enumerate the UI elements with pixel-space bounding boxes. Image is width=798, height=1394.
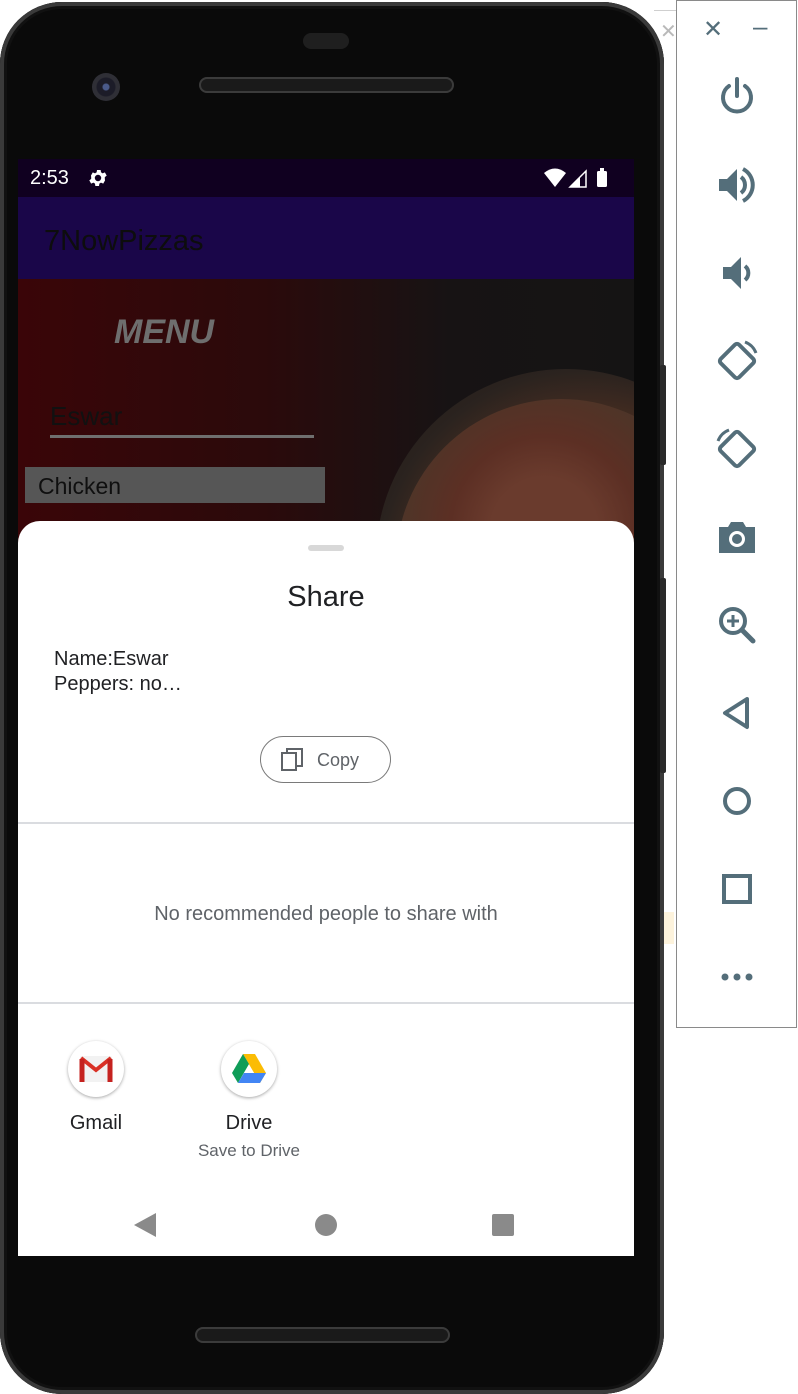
wifi-icon	[544, 168, 566, 187]
name-input[interactable]: Eswar	[50, 397, 314, 438]
navigation-bar	[18, 1201, 634, 1256]
volume-down-icon	[723, 257, 751, 289]
background-window-edge	[654, 10, 676, 11]
volume-rocker	[660, 365, 666, 465]
app-title: 7NowPizzas	[44, 225, 204, 257]
shared-text-preview: Name:Eswar Peppers: no…	[54, 647, 182, 697]
volume-up-icon	[719, 167, 755, 203]
screenshot-button[interactable]	[707, 507, 767, 567]
home-circle-icon	[723, 787, 751, 815]
power-button-hardware	[660, 578, 666, 773]
settings-gear-icon	[89, 169, 107, 187]
status-time: 2:53	[30, 167, 69, 189]
share-target-sublabel: Save to Drive	[197, 1141, 301, 1160]
background-close-icon: ✕	[660, 21, 677, 43]
more-dots-icon	[721, 973, 753, 981]
pizza-type-spinner[interactable]: Chicken	[25, 467, 325, 503]
rotate-left-icon	[717, 340, 758, 381]
overview-button[interactable]	[707, 859, 767, 919]
sheet-drag-handle[interactable]	[308, 545, 344, 551]
back-button[interactable]	[707, 683, 767, 743]
overview-square-icon	[722, 874, 752, 904]
more-button[interactable]	[707, 947, 767, 1007]
share-title: Share	[287, 581, 365, 613]
share-target-label: Gmail	[69, 1112, 123, 1134]
volume-down-button[interactable]	[707, 243, 767, 303]
device-screen: 2:53 7NowPizzas MENU Eswar Chicken Share…	[18, 159, 634, 1256]
zoom-in-icon	[719, 607, 756, 644]
share-target-gmail[interactable]: Gmail	[18, 1041, 174, 1135]
status-bar: 2:53	[18, 159, 634, 197]
bottom-speaker	[195, 1327, 450, 1343]
copy-icon	[281, 748, 303, 771]
share-target-label: Drive	[225, 1112, 273, 1134]
zoom-button[interactable]	[707, 595, 767, 655]
nav-recents-icon[interactable]	[492, 1214, 514, 1236]
back-triangle-icon	[723, 697, 749, 729]
battery-icon	[597, 168, 607, 187]
copy-button[interactable]: Copy	[260, 736, 391, 783]
name-input-value: Eswar	[50, 401, 123, 431]
shared-text-line: Peppers: no…	[54, 673, 182, 695]
earpiece-speaker	[199, 77, 454, 93]
power-button[interactable]	[707, 67, 767, 127]
nav-home-icon[interactable]	[315, 1214, 337, 1236]
gmail-icon	[68, 1041, 124, 1097]
front-camera	[92, 73, 120, 101]
cellular-signal-icon	[568, 169, 587, 188]
share-target-drive[interactable]: Drive Save to Drive	[171, 1041, 327, 1161]
rotate-right-button[interactable]	[707, 419, 767, 479]
status-indicators	[544, 168, 607, 188]
camera-icon	[719, 522, 755, 553]
rotate-right-icon	[716, 428, 757, 469]
rotate-left-button[interactable]	[707, 331, 767, 391]
no-recommendations-text: No recommended people to share with	[154, 903, 498, 925]
emulator-toolbar: ✕ –	[676, 0, 797, 1028]
app-bar: 7NowPizzas	[18, 197, 634, 279]
power-icon	[721, 77, 753, 114]
spinner-selected-value: Chicken	[38, 473, 122, 499]
home-button[interactable]	[707, 771, 767, 831]
volume-up-button[interactable]	[707, 155, 767, 215]
menu-heading: MENU	[114, 313, 215, 351]
device-frame: 2:53 7NowPizzas MENU Eswar Chicken Share…	[0, 2, 664, 1394]
section-divider	[18, 822, 634, 824]
minimize-icon[interactable]: –	[753, 13, 767, 39]
nav-back-icon[interactable]	[134, 1213, 156, 1237]
shared-text-line: Name:Eswar	[54, 648, 169, 670]
close-icon[interactable]: ✕	[703, 17, 723, 43]
copy-button-label: Copy	[317, 750, 360, 770]
share-sheet: Share Name:Eswar Peppers: no… Copy No re…	[18, 521, 634, 1256]
section-divider	[18, 1002, 634, 1004]
proximity-sensor	[303, 33, 349, 49]
drive-icon	[221, 1041, 277, 1097]
